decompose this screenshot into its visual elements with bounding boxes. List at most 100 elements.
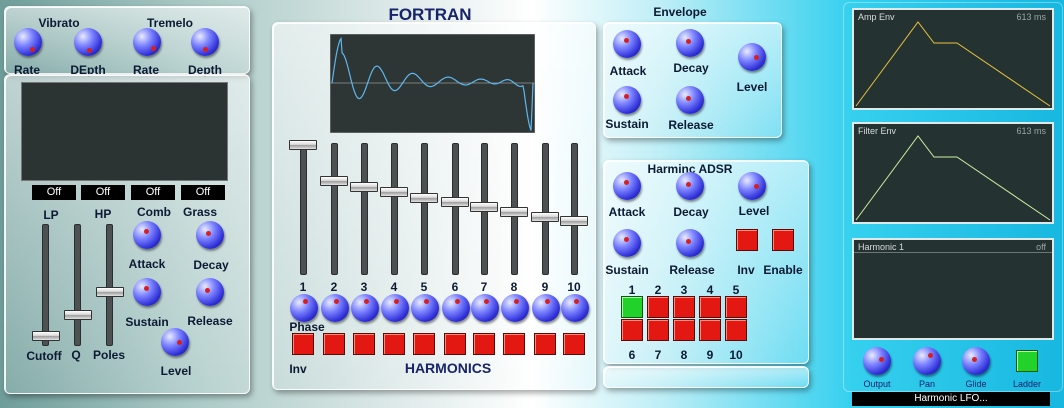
harmonic-4-slider-track[interactable] [391, 143, 398, 275]
harmonic-3-number: 3 [360, 280, 368, 294]
hadsr-grid-number-6: 6 [628, 348, 636, 362]
env-attack-knob[interactable] [613, 30, 641, 58]
q-slider-thumb[interactable] [64, 310, 92, 320]
harmonic-7-phase-knob[interactable] [471, 294, 499, 322]
hadsr-release-knob[interactable] [676, 229, 704, 257]
lfo-select[interactable]: Harmonic LFO... [852, 392, 1050, 406]
harmonic-8-phase-knob[interactable] [501, 294, 529, 322]
harmonic-3-phase-knob[interactable] [351, 294, 379, 322]
pan-label: Pan [918, 379, 936, 389]
hadsr-enable-button[interactable] [772, 229, 794, 251]
grass-toggle[interactable]: Off [181, 185, 225, 200]
harmonic-5-phase-knob[interactable] [411, 294, 439, 322]
output-label: Output [863, 379, 891, 389]
cutoff-slider-thumb[interactable] [32, 331, 60, 341]
harmonic-3-slider-track[interactable] [361, 143, 368, 275]
hadsr-decay-knob[interactable] [676, 172, 704, 200]
hadsr-grid-button-4[interactable] [699, 296, 721, 318]
harmonic-2-phase-knob[interactable] [321, 294, 349, 322]
hp-toggle[interactable]: Off [81, 185, 125, 200]
harmonic-6-inv-button[interactable] [444, 333, 466, 355]
env-release-knob[interactable] [676, 86, 704, 114]
harmonic-4-slider-thumb[interactable] [380, 187, 408, 198]
filter-release-knob[interactable] [196, 278, 224, 306]
hadsr-grid-button-10[interactable] [725, 319, 747, 341]
env-decay-knob[interactable] [676, 29, 704, 57]
hadsr-grid-button-6[interactable] [621, 319, 643, 341]
hadsr-grid-button-1[interactable] [621, 296, 643, 318]
harmonic-1-inv-button[interactable] [292, 333, 314, 355]
harmonic-1-phase-knob[interactable] [290, 294, 318, 322]
harmonic-10-slider-thumb[interactable] [560, 216, 588, 227]
lp-toggle[interactable]: Off [32, 185, 76, 200]
harmonic-1-slider-track[interactable] [300, 143, 307, 275]
cutoff-label: Cutoff [26, 349, 62, 363]
glide-knob[interactable] [962, 347, 990, 375]
vibrato-depth-knob[interactable] [74, 28, 102, 56]
harmonic-10-phase-knob[interactable] [561, 294, 589, 322]
poles-slider-track[interactable] [106, 224, 113, 346]
harmonic-5-slider-thumb[interactable] [410, 192, 438, 203]
harmonic-5-inv-button[interactable] [413, 333, 435, 355]
harmonic-9-slider-thumb[interactable] [531, 211, 559, 222]
harmonic-10-inv-button[interactable] [563, 333, 585, 355]
q-slider-track[interactable] [74, 224, 81, 346]
pan-knob[interactable] [913, 347, 941, 375]
harmonic-6-phase-knob[interactable] [442, 294, 470, 322]
harmonic-6-slider-track[interactable] [452, 143, 459, 275]
harmonic-8-slider-thumb[interactable] [500, 207, 528, 218]
ladder-label: Ladder [1012, 379, 1042, 389]
cutoff-slider-track[interactable] [42, 224, 49, 346]
filter-level-knob[interactable] [161, 328, 189, 356]
harmonic-9-phase-knob[interactable] [532, 294, 560, 322]
harmonic-10-slider-track[interactable] [571, 143, 578, 275]
harmonic-6-number: 6 [451, 280, 459, 294]
hadsr-enable-label: Enable [763, 263, 803, 277]
comb-toggle[interactable]: Off [131, 185, 175, 200]
harmonic-1-slider-thumb[interactable] [289, 140, 317, 150]
harmonic-divider [854, 252, 1052, 253]
filter-sustain-knob[interactable] [133, 278, 161, 306]
hadsr-grid-number-5: 5 [732, 283, 740, 297]
harmonic-8-number: 8 [510, 280, 518, 294]
hadsr-grid-button-2[interactable] [647, 296, 669, 318]
env-level-knob[interactable] [738, 43, 766, 71]
tremelo-rate-knob[interactable] [133, 28, 161, 56]
hadsr-grid-number-7: 7 [654, 348, 662, 362]
ladder-button[interactable] [1016, 350, 1038, 372]
harmonic-5-slider-track[interactable] [421, 143, 428, 275]
harmonic-4-inv-button[interactable] [383, 333, 405, 355]
hadsr-level-knob[interactable] [738, 172, 766, 200]
env-sustain-knob[interactable] [613, 86, 641, 114]
poles-slider-thumb[interactable] [96, 287, 124, 297]
harmonic-2-slider-track[interactable] [331, 143, 338, 275]
harmonic-9-number: 9 [541, 280, 549, 294]
hadsr-grid-button-5[interactable] [725, 296, 747, 318]
waveform-display [330, 34, 535, 133]
hadsr-grid-button-9[interactable] [699, 319, 721, 341]
filter-attack-knob[interactable] [133, 221, 161, 249]
vibrato-rate-knob[interactable] [14, 28, 42, 56]
tremelo-label: Tremelo [146, 16, 194, 30]
hadsr-grid-button-7[interactable] [647, 319, 669, 341]
hadsr-grid-button-8[interactable] [673, 319, 695, 341]
hadsr-sustain-knob[interactable] [613, 229, 641, 257]
hadsr-inv-button[interactable] [736, 229, 758, 251]
harmonic-3-slider-thumb[interactable] [350, 181, 378, 192]
filter-decay-knob[interactable] [196, 221, 224, 249]
hadsr-grid-button-3[interactable] [673, 296, 695, 318]
tremelo-depth-knob[interactable] [191, 28, 219, 56]
harmonic-2-inv-button[interactable] [323, 333, 345, 355]
output-knob[interactable] [863, 347, 891, 375]
harmonic-9-slider-track[interactable] [542, 143, 549, 275]
hadsr-attack-knob[interactable] [613, 172, 641, 200]
harmonic-7-inv-button[interactable] [473, 333, 495, 355]
harmonic-6-slider-thumb[interactable] [441, 197, 469, 208]
harmonic-7-slider-thumb[interactable] [470, 201, 498, 212]
harmonic-9-inv-button[interactable] [534, 333, 556, 355]
harmonic-3-inv-button[interactable] [353, 333, 375, 355]
harmonic-8-inv-button[interactable] [503, 333, 525, 355]
grass-label: Grass [182, 205, 218, 219]
harmonic-2-slider-thumb[interactable] [320, 176, 348, 187]
harmonic-4-phase-knob[interactable] [381, 294, 409, 322]
